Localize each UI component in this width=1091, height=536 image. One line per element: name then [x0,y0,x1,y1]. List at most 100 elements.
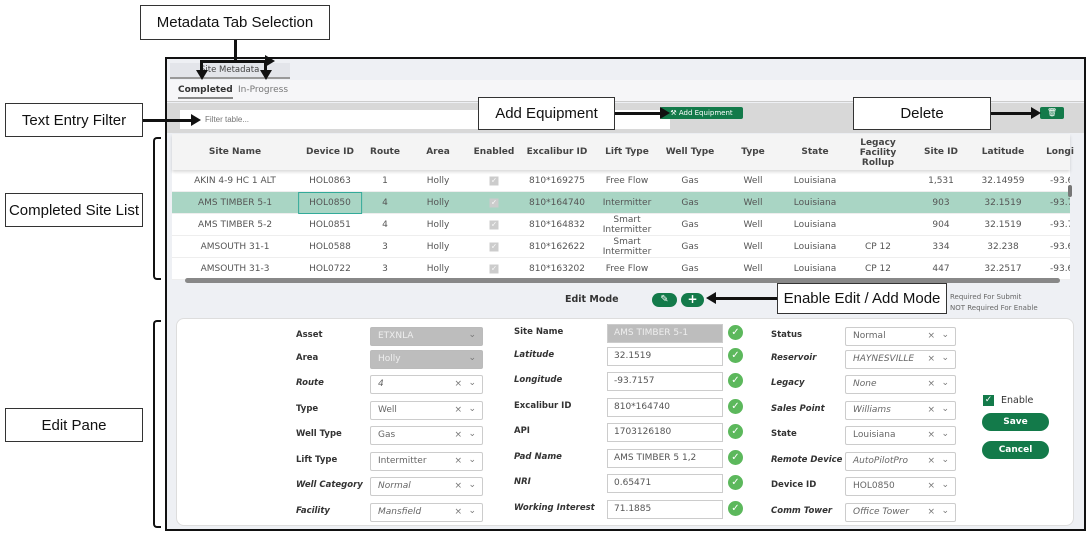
save-button[interactable]: Save [982,413,1049,431]
field-select[interactable]: Office Tower × ⌄ [845,503,956,522]
field-select[interactable]: None × ⌄ [845,375,956,394]
field-select[interactable]: Gas × ⌄ [370,426,483,445]
field-select[interactable]: Louisiana × ⌄ [845,426,956,445]
table-row[interactable]: AMS TIMBER 5-1 HOL0850 4 Holly ✓ 810*164740 In… [172,192,1070,214]
table-cell: HOL0851 [309,220,351,230]
table-cell: Well [743,220,763,230]
delete-button[interactable]: 🗑 [1040,107,1064,119]
chevron-down-icon[interactable]: ⌄ [468,404,476,414]
chevron-down-icon[interactable]: ⌄ [468,455,476,465]
chevron-down-icon[interactable]: ⌄ [468,429,476,439]
field-label: Remote Device [771,455,843,465]
column-header[interactable]: Well Type [666,147,715,157]
tab-completed[interactable]: Completed [178,85,233,99]
chevron-down-icon[interactable]: ⌄ [941,330,949,340]
column-header[interactable]: Area [426,147,450,157]
cancel-button[interactable]: Cancel [982,441,1049,459]
field-label: Site Name [514,327,564,337]
add-button[interactable]: + [681,293,704,307]
table-row[interactable]: AKIN 4-9 HC 1 ALT HOL0863 1 Holly ✓ 810*16927… [172,170,1070,192]
column-header[interactable]: Legacy Facility Rollup [858,138,898,168]
field-select[interactable]: AutoPilotPro × ⌄ [845,452,956,471]
select-value: None [853,379,877,389]
field-select[interactable]: Mansfield × ⌄ [370,503,483,522]
chevron-down-icon[interactable]: ⌄ [468,330,476,340]
chevron-down-icon[interactable]: ⌄ [468,480,476,490]
column-header[interactable]: Site ID [924,147,958,157]
field-input[interactable]: 32.1519 [607,347,723,366]
field-select[interactable]: HAYNESVILLE × ⌄ [845,350,956,369]
column-header[interactable]: State [801,147,828,157]
clear-icon[interactable]: × [927,379,935,389]
chevron-down-icon[interactable]: ⌄ [468,506,476,516]
chevron-down-icon[interactable]: ⌄ [941,455,949,465]
chevron-down-icon[interactable]: ⌄ [941,480,949,490]
field-select[interactable]: Williams × ⌄ [845,401,956,420]
field-input[interactable]: 0.65471 [607,474,723,493]
field-input[interactable]: -93.7157 [607,372,723,391]
enable-checkbox[interactable]: ✓ [983,395,994,406]
field-input[interactable]: AMS TIMBER 5-1 [607,324,723,343]
annotation-text-filter: Text Entry Filter [5,103,143,137]
field-input[interactable]: 810*164740 [607,398,723,417]
column-header[interactable]: Route [370,147,400,157]
field-select[interactable]: 4 × ⌄ [370,375,483,394]
chevron-down-icon[interactable]: ⌄ [941,378,949,388]
field-select[interactable]: Intermitter × ⌄ [370,452,483,471]
column-header[interactable]: Latitude [982,147,1024,157]
tab-in-progress[interactable]: In-Progress [238,85,288,95]
column-header[interactable]: Device ID [306,147,354,157]
clear-icon[interactable]: × [927,354,935,364]
table-row[interactable]: AMS TIMBER 5-2 HOL0851 4 Holly ✓ 810*164832 Sm… [172,214,1070,236]
column-header[interactable]: Enabled [474,147,515,157]
table-cell: Well [743,198,763,208]
field-input[interactable]: 71.1885 [607,500,723,519]
annotation-tab-selection: Metadata Tab Selection [140,5,330,40]
clear-icon[interactable]: × [927,430,935,440]
chevron-down-icon[interactable]: ⌄ [468,353,476,363]
field-input[interactable]: AMS TIMBER 5 1,2 [607,449,723,468]
clear-icon[interactable]: × [927,331,935,341]
table-cell: 32.14959 [981,176,1025,186]
select-value: ETXNLA [378,331,414,341]
chevron-down-icon[interactable]: ⌄ [941,506,949,516]
check-circle-icon: ✓ [728,325,743,340]
clear-icon[interactable]: × [927,405,935,415]
clear-icon[interactable]: × [454,379,462,389]
field-select[interactable]: Well × ⌄ [370,401,483,420]
field-select[interactable]: Holly ⌄ [370,350,483,369]
field-label: Pad Name [514,452,562,462]
clear-icon[interactable]: × [454,507,462,517]
field-label: Status [771,330,803,340]
clear-icon[interactable]: × [454,405,462,415]
chevron-down-icon[interactable]: ⌄ [941,404,949,414]
field-select[interactable]: Normal × ⌄ [845,327,956,346]
clear-icon[interactable]: × [454,430,462,440]
column-header[interactable]: Site Name [209,147,261,157]
add-equipment-button[interactable]: ⚒ Add Equipment [660,107,743,119]
table-cell: Louisiana [793,198,837,208]
field-select[interactable]: ETXNLA ⌄ [370,327,483,346]
field-input[interactable]: 1703126180 [607,423,723,442]
table-cell: AMS TIMBER 5-2 [197,220,273,230]
table-row[interactable]: AMSOUTH 31-3 HOL0722 3 Holly ✓ 810*163202 Free… [172,258,1070,280]
clear-icon[interactable]: × [927,481,935,491]
clear-icon[interactable]: × [927,507,935,517]
chevron-down-icon[interactable]: ⌄ [941,429,949,439]
column-header[interactable]: Excalibur ID [527,147,588,157]
column-header[interactable]: Lift Type [605,147,649,157]
chevron-down-icon[interactable]: ⌄ [468,378,476,388]
select-value: Well [378,405,397,415]
field-select[interactable]: Normal × ⌄ [370,477,483,496]
clear-icon[interactable]: × [454,481,462,491]
clear-icon[interactable]: × [454,456,462,466]
clear-icon[interactable]: × [927,456,935,466]
chevron-down-icon[interactable]: ⌄ [941,353,949,363]
vertical-scrollbar[interactable] [1068,185,1072,197]
column-header[interactable]: Type [741,147,764,157]
edit-button[interactable]: ✎ [652,293,677,307]
table-row[interactable]: AMSOUTH 31-1 HOL0588 3 Holly ✓ 810*162622 Smar… [172,236,1070,258]
field-select[interactable]: HOL0850 × ⌄ [845,477,956,496]
column-header[interactable]: Longi [1046,147,1074,157]
field-label: Lift Type [296,455,338,465]
